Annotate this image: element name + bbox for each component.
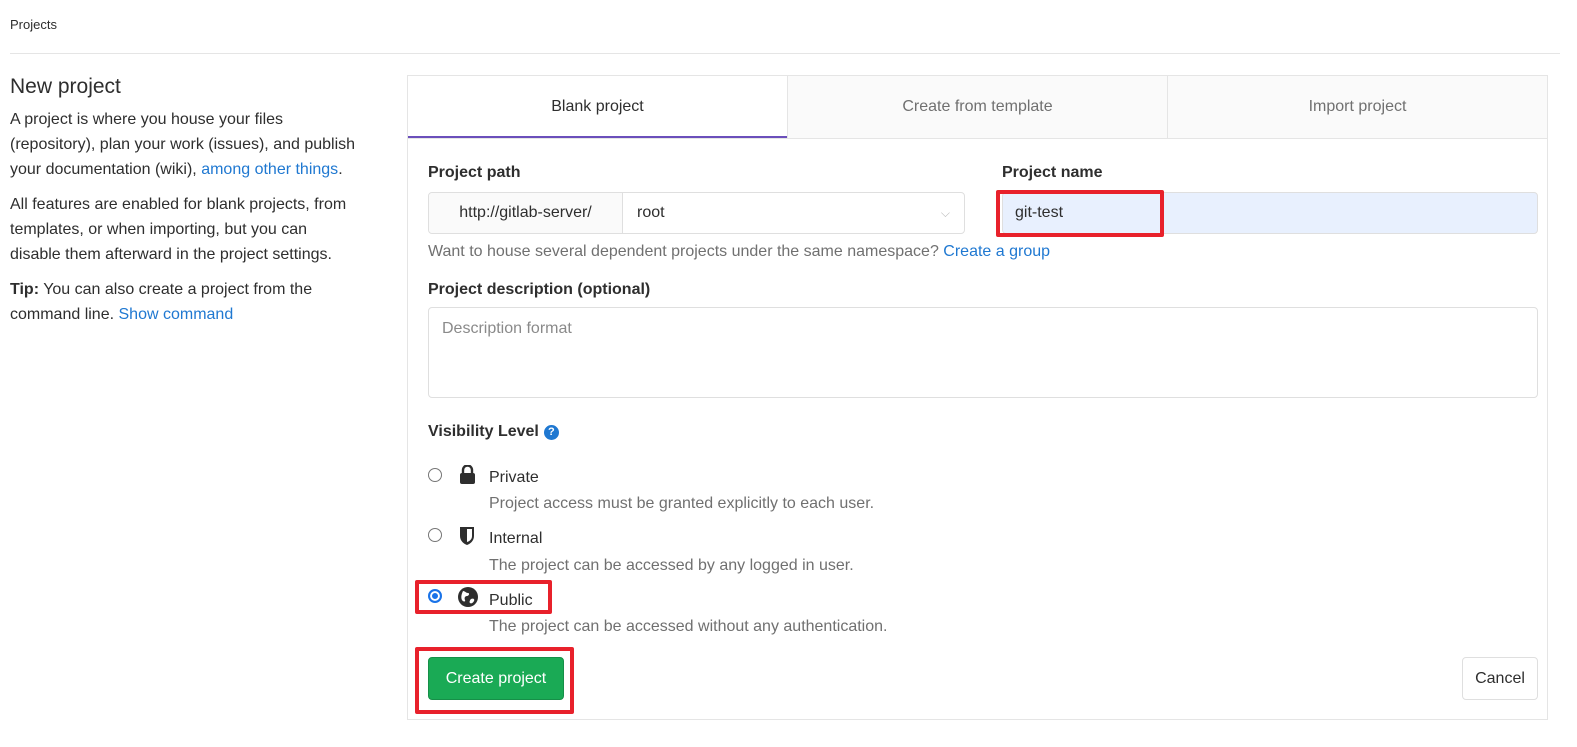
cancel-button[interactable]: Cancel [1462, 657, 1538, 700]
visibility-label: Visibility Level [428, 423, 539, 440]
project-path-label: Project path [428, 164, 521, 181]
visibility-internal-desc: The project can be accessed by any logge… [489, 557, 854, 574]
visibility-internal-radio[interactable] [428, 528, 442, 542]
tab-import-project[interactable]: Import project [1167, 76, 1547, 138]
description-label: Project description (optional) [428, 281, 651, 298]
breadcrumb-projects[interactable]: Projects [10, 17, 57, 32]
annotation-box-name [996, 190, 1164, 237]
tip-label: Tip: [10, 281, 40, 298]
tab-blank-project[interactable]: Blank project [408, 76, 787, 138]
visibility-private-label[interactable]: Private [489, 469, 539, 487]
visibility-private-desc: Project access must be granted explicitl… [489, 495, 875, 512]
tab-create-from-template[interactable]: Create from template [787, 76, 1167, 138]
project-path-group: http://gitlab-server/ root ⌵ [428, 192, 965, 234]
divider [10, 53, 1560, 54]
annotation-box-public [415, 580, 552, 614]
show-command-link[interactable]: Show command [119, 306, 234, 323]
visibility-public-desc: The project can be accessed without any … [489, 618, 888, 635]
description-textarea[interactable]: Description format [428, 307, 1538, 398]
annotation-box-create [415, 647, 574, 714]
lock-icon [460, 465, 475, 484]
page-title: New project [10, 75, 121, 98]
namespace-value: root [637, 204, 665, 221]
visibility-internal-label[interactable]: Internal [489, 530, 542, 548]
create-group-link[interactable]: Create a group [943, 243, 1050, 260]
group-help-text: Want to house several dependent projects… [428, 243, 939, 260]
path-prefix: http://gitlab-server/ [429, 193, 623, 233]
help-question-icon[interactable]: ? [543, 424, 559, 440]
features-text: All features are enabled for blank proje… [10, 196, 347, 263]
visibility-private-radio[interactable] [428, 468, 442, 482]
sidebar-info: New project A project is where you house… [10, 74, 360, 337]
project-name-label: Project name [1002, 164, 1103, 181]
namespace-select[interactable]: root ⌵ [623, 204, 964, 222]
among-other-things-link[interactable]: among other things [201, 161, 338, 178]
chevron-down-icon: ⌵ [940, 205, 950, 220]
description-placeholder: Description format [442, 320, 572, 337]
shield-icon [460, 527, 474, 545]
